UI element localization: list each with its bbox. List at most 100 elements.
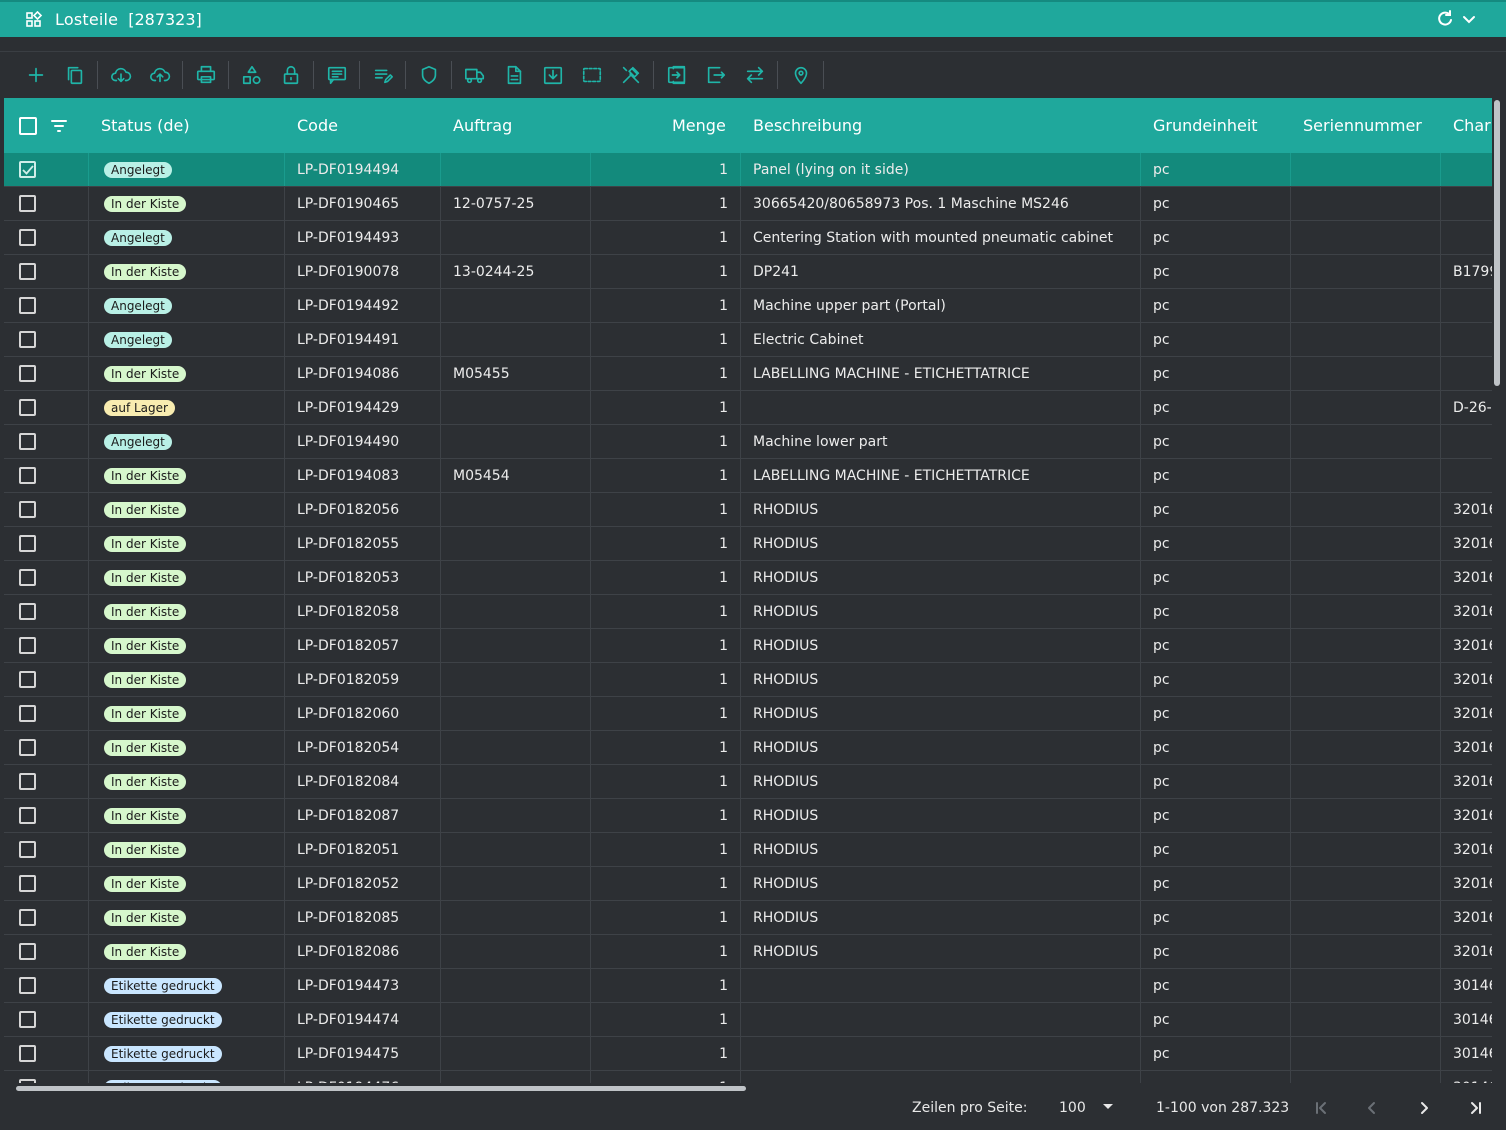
row-checkbox[interactable] xyxy=(19,153,36,186)
copy-icon[interactable] xyxy=(63,63,87,87)
checkbox[interactable] xyxy=(19,399,36,416)
row-checkbox[interactable] xyxy=(19,459,36,492)
row-checkbox[interactable] xyxy=(19,697,36,730)
print-icon[interactable] xyxy=(194,63,218,87)
checkbox[interactable] xyxy=(19,501,36,518)
row-checkbox[interactable] xyxy=(19,765,36,798)
location-pin-icon[interactable] xyxy=(789,63,813,87)
table-row[interactable]: In der Kiste LP-DF0190078 13-0244-25 1 DP241… xyxy=(4,255,1492,289)
row-checkbox[interactable] xyxy=(19,663,36,696)
table-row[interactable]: In der Kiste LP-DF0182059 1 RHODIUS pc 32016 xyxy=(4,663,1492,697)
filter-icon[interactable] xyxy=(51,98,67,153)
row-checkbox[interactable] xyxy=(19,1071,36,1083)
column-header-code[interactable]: Code xyxy=(297,98,338,153)
row-checkbox[interactable] xyxy=(19,255,36,288)
table-row[interactable]: Etikette gedruckt LP-DF0194476 1 pc 30146 xyxy=(4,1071,1492,1083)
vertical-scrollbar[interactable] xyxy=(1492,98,1506,1083)
checkbox[interactable] xyxy=(19,161,36,178)
horizontal-scroll-thumb[interactable] xyxy=(16,1086,746,1091)
first-page-icon[interactable] xyxy=(1311,1098,1331,1118)
document-icon[interactable] xyxy=(502,63,526,87)
checkbox[interactable] xyxy=(19,773,36,790)
table-row[interactable]: Angelegt LP-DF0194491 1 Electric Cabinet pc xyxy=(4,323,1492,357)
row-checkbox[interactable] xyxy=(19,323,36,356)
truck-icon[interactable] xyxy=(463,63,487,87)
table-row[interactable]: Etikette gedruckt LP-DF0194473 1 pc 30146 xyxy=(4,969,1492,1003)
next-page-icon[interactable] xyxy=(1414,1098,1434,1118)
table-row[interactable]: Angelegt LP-DF0194493 1 Centering Station w… xyxy=(4,221,1492,255)
column-header-status[interactable]: Status (de) xyxy=(101,98,190,153)
row-checkbox[interactable] xyxy=(19,1037,36,1070)
tools-icon[interactable] xyxy=(619,63,643,87)
column-header-menge[interactable]: Menge xyxy=(672,98,726,153)
checkbox[interactable] xyxy=(19,739,36,756)
cloud-download-icon[interactable] xyxy=(109,63,133,87)
shield-icon[interactable] xyxy=(417,63,441,87)
row-checkbox[interactable] xyxy=(19,629,36,662)
checkbox[interactable] xyxy=(19,263,36,280)
table-row[interactable]: In der Kiste LP-DF0182051 1 RHODIUS pc 32016 xyxy=(4,833,1492,867)
checkbox[interactable] xyxy=(19,943,36,960)
checkbox[interactable] xyxy=(19,1045,36,1062)
table-row[interactable]: In der Kiste LP-DF0182084 1 RHODIUS pc 32016 xyxy=(4,765,1492,799)
column-header-charge[interactable]: Char xyxy=(1453,98,1491,153)
row-checkbox[interactable] xyxy=(19,493,36,526)
row-checkbox[interactable] xyxy=(19,833,36,866)
row-checkbox[interactable] xyxy=(19,901,36,934)
table-row[interactable]: In der Kiste LP-DF0182086 1 RHODIUS pc 32016 xyxy=(4,935,1492,969)
cloud-upload-icon[interactable] xyxy=(148,63,172,87)
checkbox[interactable] xyxy=(19,807,36,824)
column-header-auftrag[interactable]: Auftrag xyxy=(453,98,512,153)
table-row[interactable]: In der Kiste LP-DF0182054 1 RHODIUS pc 32016 xyxy=(4,731,1492,765)
table-row[interactable]: In der Kiste LP-DF0182058 1 RHODIUS pc 32016 xyxy=(4,595,1492,629)
row-checkbox[interactable] xyxy=(19,595,36,628)
checkbox[interactable] xyxy=(19,195,36,212)
table-row[interactable]: In der Kiste LP-DF0182085 1 RHODIUS pc 32016 xyxy=(4,901,1492,935)
checkbox[interactable] xyxy=(19,603,36,620)
lock-icon[interactable] xyxy=(279,63,303,87)
select-all-checkbox[interactable] xyxy=(19,98,37,153)
dropdown-arrow-icon[interactable] xyxy=(1103,1104,1113,1109)
checkbox[interactable] xyxy=(19,535,36,552)
checkbox[interactable] xyxy=(19,467,36,484)
checkbox[interactable] xyxy=(19,909,36,926)
table-row[interactable]: In der Kiste LP-DF0182052 1 RHODIUS pc 32016 xyxy=(4,867,1492,901)
edit-list-icon[interactable] xyxy=(371,63,395,87)
table-row[interactable]: Etikette gedruckt LP-DF0194474 1 pc 30146 xyxy=(4,1003,1492,1037)
rows-per-page-select[interactable]: 100 xyxy=(1059,1100,1086,1116)
row-checkbox[interactable] xyxy=(19,867,36,900)
table-row[interactable]: Etikette gedruckt LP-DF0194475 1 pc 30146 xyxy=(4,1037,1492,1071)
logout-icon[interactable] xyxy=(704,63,728,87)
row-checkbox[interactable] xyxy=(19,969,36,1002)
last-page-icon[interactable] xyxy=(1466,1098,1486,1118)
row-checkbox[interactable] xyxy=(19,187,36,220)
column-header-seriennummer[interactable]: Seriennummer xyxy=(1303,98,1422,153)
refresh-icon[interactable] xyxy=(1436,10,1454,28)
checkbox[interactable] xyxy=(19,1011,36,1028)
table-row[interactable]: In der Kiste LP-DF0194083 M05454 1 LABELLING… xyxy=(4,459,1492,493)
table-row[interactable]: auf Lager LP-DF0194429 1 pc D-26- xyxy=(4,391,1492,425)
swap-icon[interactable] xyxy=(743,63,767,87)
row-checkbox[interactable] xyxy=(19,561,36,594)
table-row[interactable]: In der Kiste LP-DF0182060 1 RHODIUS pc 32016 xyxy=(4,697,1492,731)
checkbox[interactable] xyxy=(19,637,36,654)
checkbox[interactable] xyxy=(19,977,36,994)
checkbox[interactable] xyxy=(19,365,36,382)
row-checkbox[interactable] xyxy=(19,425,36,458)
previous-page-icon[interactable] xyxy=(1362,1098,1382,1118)
row-checkbox[interactable] xyxy=(19,289,36,322)
checkbox[interactable] xyxy=(19,705,36,722)
column-header-grundeinheit[interactable]: Grundeinheit xyxy=(1153,98,1258,153)
login-icon[interactable] xyxy=(665,63,689,87)
vertical-scroll-thumb[interactable] xyxy=(1494,100,1500,386)
row-checkbox[interactable] xyxy=(19,221,36,254)
comment-icon[interactable] xyxy=(325,63,349,87)
table-row[interactable]: Angelegt LP-DF0194494 1 Panel (lying on it … xyxy=(4,153,1492,187)
scan-icon[interactable] xyxy=(580,63,604,87)
horizontal-scrollbar[interactable] xyxy=(4,1083,1506,1095)
row-checkbox[interactable] xyxy=(19,357,36,390)
row-checkbox[interactable] xyxy=(19,935,36,968)
shapes-icon[interactable] xyxy=(240,63,264,87)
plus-icon[interactable] xyxy=(24,63,48,87)
row-checkbox[interactable] xyxy=(19,1003,36,1036)
